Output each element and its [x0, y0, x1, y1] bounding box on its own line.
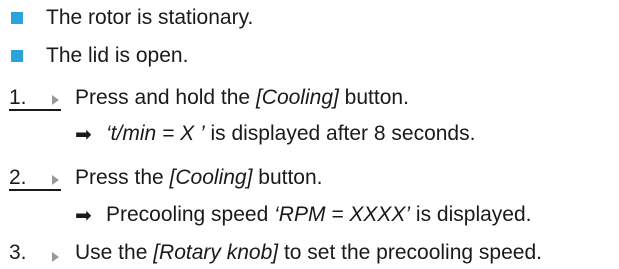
step-text: Use the [Rotary knob] to set the precool…: [75, 237, 542, 269]
step-text-after: button.: [252, 166, 323, 189]
heavy-right-arrow-icon: ➡: [75, 124, 92, 146]
step-text: Press and hold the [Cooling] button.: [75, 82, 409, 114]
result-text-after: is displayed after 8 seconds.: [204, 122, 476, 145]
step-emphasis: [Cooling]: [169, 166, 253, 189]
square-bullet-icon: [11, 50, 23, 62]
result-emphasis: ‘t/min = X ’: [106, 122, 205, 145]
precondition-text: The lid is open.: [46, 44, 189, 67]
step-number-underline: [9, 189, 61, 191]
step-emphasis: [Rotary knob]: [153, 241, 279, 264]
step-text-after: to set the precooling speed.: [278, 241, 542, 264]
step-text: Press the [Cooling] button.: [75, 162, 323, 194]
result-emphasis: ‘RPM = XXXX’: [274, 203, 411, 226]
result-text: ‘t/min = X ’ is displayed after 8 second…: [106, 118, 475, 150]
step-text-before: Press the: [75, 166, 170, 189]
step-text-before: Press and hold the: [75, 86, 256, 109]
triangle-right-icon: [52, 252, 59, 262]
triangle-right-icon: [52, 175, 59, 185]
step-text-after: button.: [338, 86, 409, 109]
square-bullet-icon: [11, 12, 23, 24]
step-emphasis: [Cooling]: [255, 86, 339, 109]
result-text: Precooling speed ‘RPM = XXXX’ is display…: [106, 199, 532, 231]
result-text-after: is displayed.: [410, 203, 532, 226]
step-number-underline: [9, 109, 61, 111]
step-text-before: Use the: [75, 241, 154, 264]
step-number: 3.: [9, 241, 27, 264]
instruction-document: The rotor is stationary. The lid is open…: [0, 0, 619, 269]
heavy-right-arrow-icon: ➡: [75, 205, 92, 227]
precondition-text: The rotor is stationary.: [46, 6, 254, 29]
result-text-before: Precooling speed: [106, 203, 275, 226]
triangle-right-icon: [52, 95, 59, 105]
